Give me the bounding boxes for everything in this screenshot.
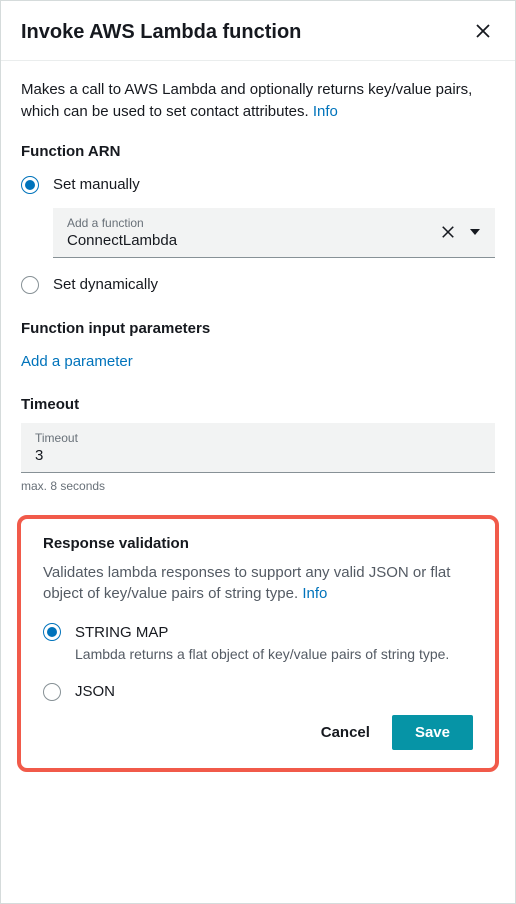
footer-actions: Cancel Save <box>43 715 473 750</box>
radio-icon <box>21 176 39 194</box>
lambda-config-panel: Invoke AWS Lambda function Makes a call … <box>0 0 516 904</box>
function-select-value: ConnectLambda <box>67 232 441 249</box>
response-validation-highlight: Response validation Validates lambda res… <box>17 515 499 772</box>
timeout-input[interactable]: Timeout 3 <box>21 423 495 473</box>
response-validation-description: Validates lambda responses to support an… <box>43 562 473 606</box>
info-link[interactable]: Info <box>313 103 338 120</box>
clear-function-button[interactable] <box>441 225 455 239</box>
timeout-field-label: Timeout <box>35 431 481 445</box>
function-select-placeholder: Add a function <box>67 216 441 230</box>
cancel-button[interactable]: Cancel <box>317 716 374 749</box>
chevron-down-icon <box>469 226 481 238</box>
timeout-section-label: Timeout <box>21 396 495 413</box>
radio-string-map[interactable]: STRING MAP <box>43 623 473 641</box>
radio-icon <box>43 683 61 701</box>
timeout-section: Timeout Timeout 3 max. 8 seconds <box>21 396 495 493</box>
save-button[interactable]: Save <box>392 715 473 750</box>
timeout-hint: max. 8 seconds <box>21 479 495 493</box>
timeout-value: 3 <box>35 447 481 464</box>
function-select[interactable]: Add a function ConnectLambda <box>53 208 495 258</box>
close-icon <box>441 225 455 239</box>
radio-label-set-dynamically: Set dynamically <box>53 276 158 293</box>
panel-description: Makes a call to AWS Lambda and optionall… <box>21 79 495 123</box>
dropdown-toggle-button[interactable] <box>469 226 481 238</box>
radio-label-string-map: STRING MAP <box>75 624 168 641</box>
function-select-actions <box>441 225 481 239</box>
panel-body: Makes a call to AWS Lambda and optionall… <box>1 61 515 903</box>
input-parameters-label: Function input parameters <box>21 320 495 337</box>
radio-set-dynamically[interactable]: Set dynamically <box>21 276 495 294</box>
radio-icon <box>43 623 61 641</box>
radio-json[interactable]: JSON <box>43 683 473 701</box>
radio-set-manually[interactable]: Set manually <box>21 176 495 194</box>
radio-icon <box>21 276 39 294</box>
radio-label-set-manually: Set manually <box>53 176 140 193</box>
info-link[interactable]: Info <box>302 585 327 602</box>
function-arn-section: Function ARN Set manually Add a function… <box>21 143 495 294</box>
panel-header: Invoke AWS Lambda function <box>1 1 515 61</box>
add-parameter-link[interactable]: Add a parameter <box>21 353 133 370</box>
radio-label-json: JSON <box>75 683 115 700</box>
description-text: Makes a call to AWS Lambda and optionall… <box>21 81 472 120</box>
rv-desc-text: Validates lambda responses to support an… <box>43 564 450 603</box>
close-button[interactable] <box>471 19 495 46</box>
function-select-text: Add a function ConnectLambda <box>67 216 441 249</box>
response-validation-label: Response validation <box>43 535 473 552</box>
function-arn-label: Function ARN <box>21 143 495 160</box>
close-icon <box>475 23 491 39</box>
string-map-description: Lambda returns a flat object of key/valu… <box>75 645 473 665</box>
input-parameters-section: Function input parameters Add a paramete… <box>21 320 495 396</box>
panel-title: Invoke AWS Lambda function <box>21 21 301 44</box>
